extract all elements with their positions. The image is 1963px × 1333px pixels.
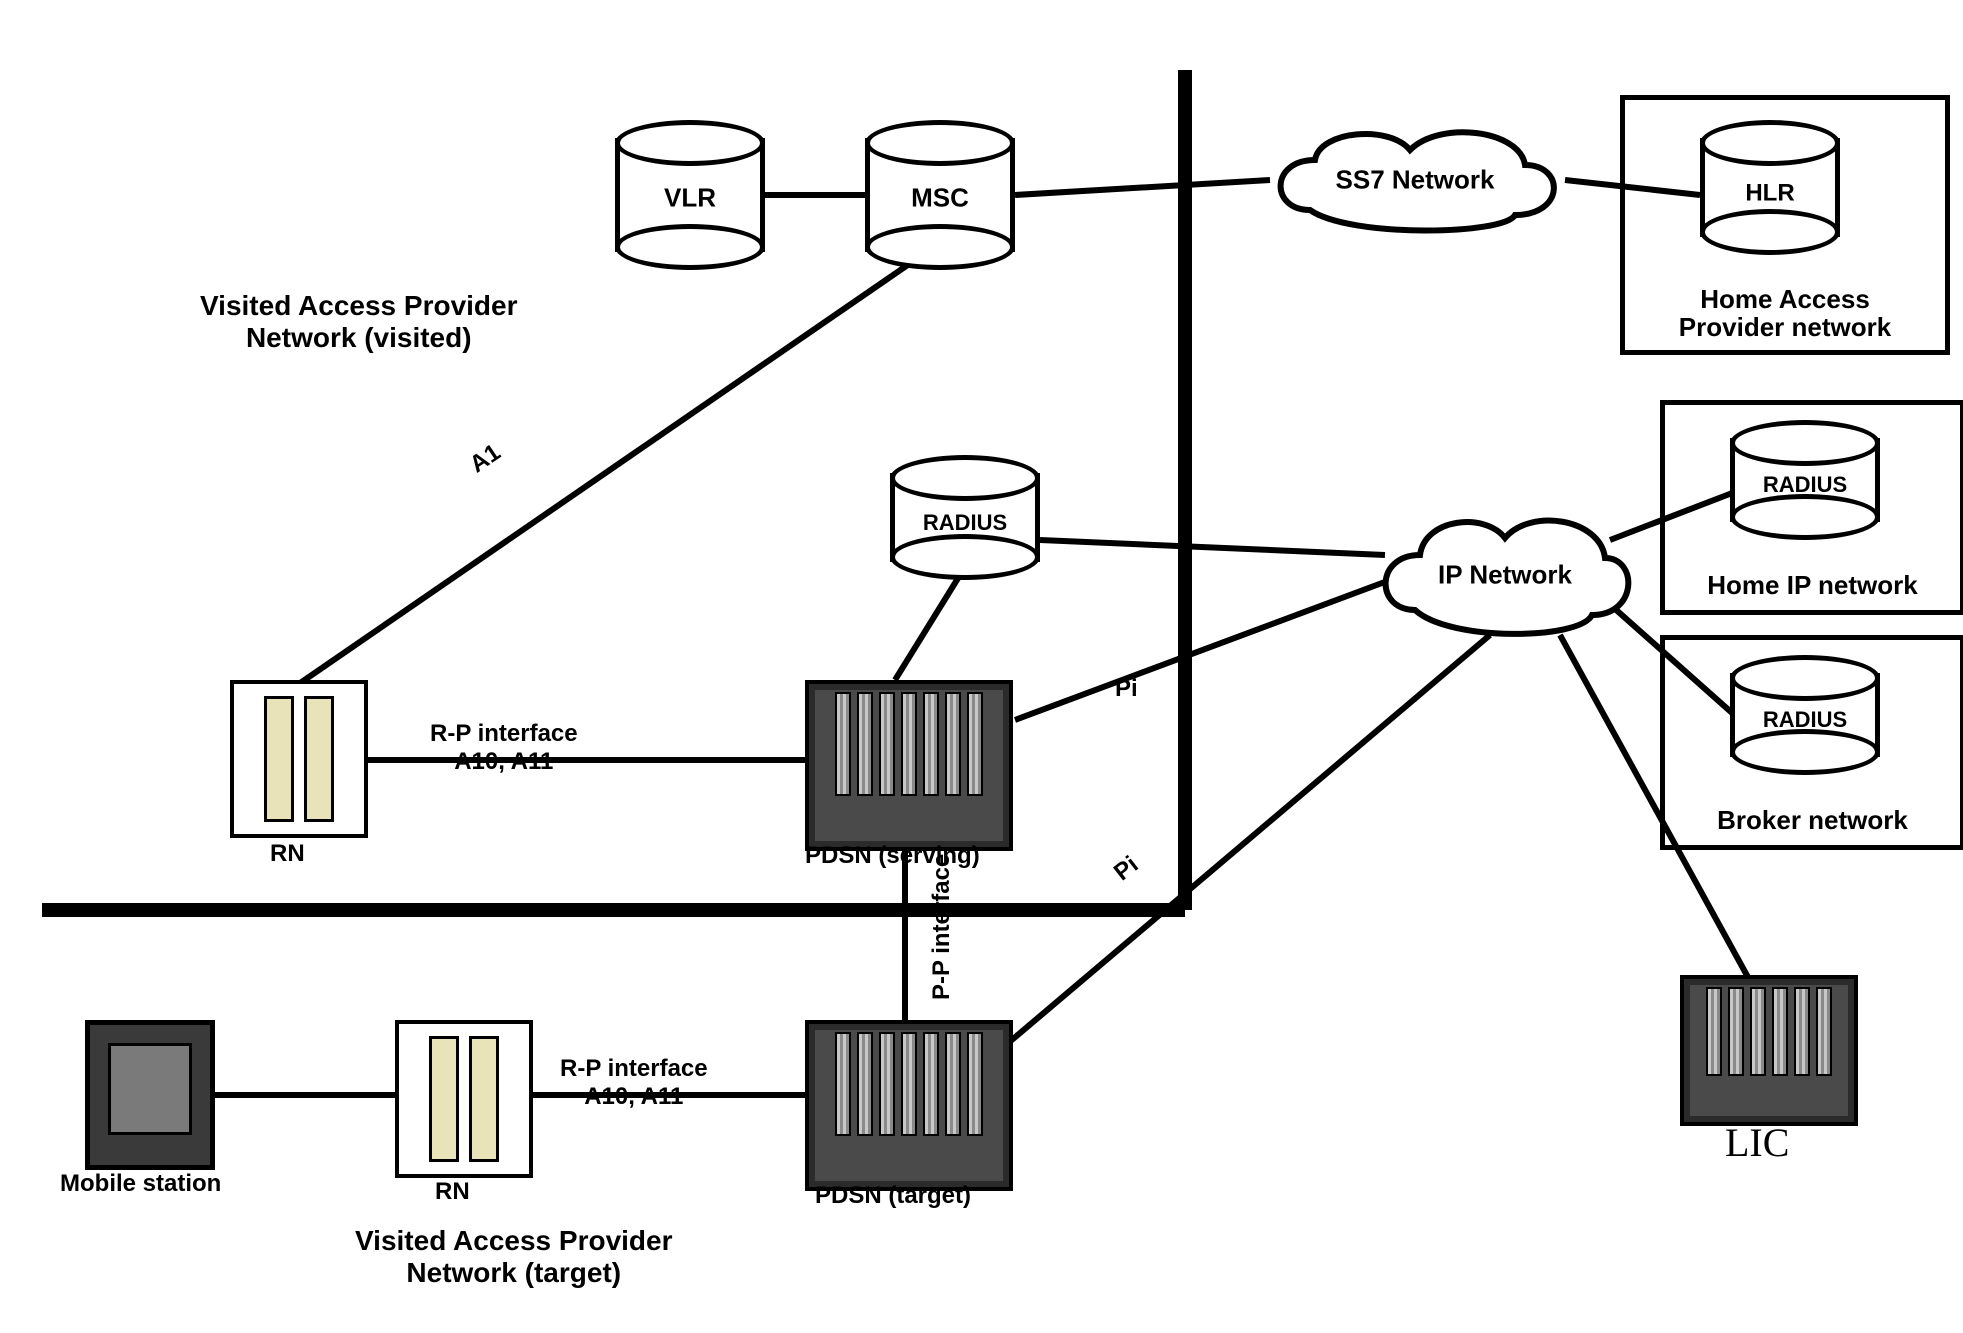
visited-provider-target-label: Visited Access Provider Network (target): [355, 1225, 673, 1289]
rn-target-label: RN: [435, 1178, 470, 1206]
ss7-cloud: SS7 Network: [1260, 120, 1570, 240]
radius-home-db: RADIUS: [1730, 420, 1880, 540]
radius-broker-label: RADIUS: [1730, 707, 1880, 733]
pi2-label: Pi: [1109, 851, 1144, 887]
pdsn-target-label: PDSN (target): [815, 1182, 971, 1210]
a1-label: A1: [465, 439, 506, 479]
home-access-caption: Home Access Provider network: [1625, 285, 1945, 342]
lic-label: LIC: [1725, 1120, 1789, 1166]
home-ip-caption: Home IP network: [1665, 571, 1960, 600]
rn-serving-label: RN: [270, 840, 305, 868]
rp1-label: R-P interface A10, A11: [430, 720, 578, 775]
lic-device: [1680, 975, 1858, 1126]
hlr-label: HLR: [1700, 179, 1840, 207]
pp-label: P-P interface: [928, 854, 956, 1000]
ss7-label: SS7 Network: [1260, 165, 1570, 196]
pdsn-serving: [805, 680, 1013, 851]
msc-db: MSC: [865, 120, 1015, 270]
rn-serving: [230, 680, 368, 838]
ip-cloud: IP Network: [1370, 500, 1640, 650]
radius-home-label: RADIUS: [1730, 472, 1880, 498]
pdsn-target: [805, 1020, 1013, 1191]
diagram-canvas: VLR MSC SS7 Network Home Access Provider…: [0, 0, 1963, 1333]
visited-provider-visited-label: Visited Access Provider Network (visited…: [200, 290, 518, 354]
pi1-label: Pi: [1115, 675, 1138, 703]
mobile-station: [85, 1020, 215, 1170]
radius-visited-label: RADIUS: [890, 510, 1040, 536]
radius-broker-db: RADIUS: [1730, 655, 1880, 775]
msc-label: MSC: [865, 183, 1015, 214]
vlr-label: VLR: [615, 183, 765, 214]
rp2-label: R-P interface A10, A11: [560, 1055, 708, 1110]
hlr-db: HLR: [1700, 120, 1840, 255]
ip-label: IP Network: [1370, 560, 1640, 591]
broker-caption: Broker network: [1665, 806, 1960, 835]
vlr-db: VLR: [615, 120, 765, 270]
radius-visited-db: RADIUS: [890, 455, 1040, 580]
mobile-label: Mobile station: [60, 1170, 221, 1198]
rn-target: [395, 1020, 533, 1178]
